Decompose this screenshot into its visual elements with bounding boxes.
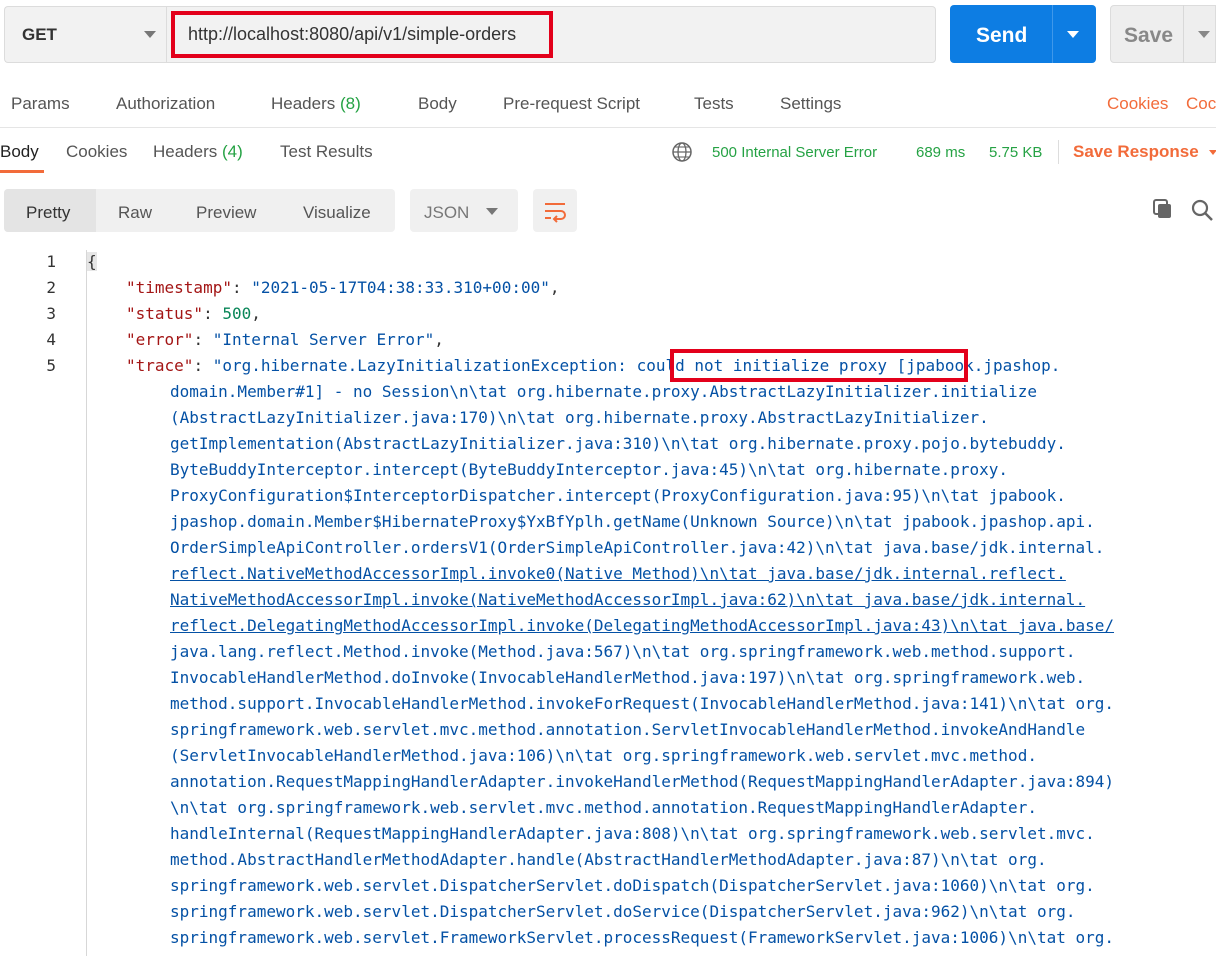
json-key: "trace": [126, 356, 194, 375]
view-visualize-button[interactable]: Visualize: [303, 203, 371, 223]
json-value: "2021-05-17T04:38:33.310+00:00": [251, 278, 550, 297]
save-response-button[interactable]: Save Response: [1073, 142, 1199, 162]
trace-line: annotation.RequestMappingHandlerAdapter.…: [170, 772, 1115, 791]
json-line-error: "error": "Internal Server Error",: [126, 330, 444, 349]
trace-line: \n\tat org.springframework.web.servlet.m…: [170, 798, 1037, 817]
trace-line: springframework.web.servlet.DispatcherSe…: [170, 876, 1095, 895]
trace-line: jpashop.domain.Member$HibernateProxy$YxB…: [170, 512, 1095, 531]
method-label: GET: [22, 25, 57, 44]
trace-line: springframework.web.servlet.DispatcherSe…: [170, 902, 1076, 921]
wrap-lines-icon: [545, 203, 566, 223]
save-label: Save: [1124, 24, 1174, 47]
line-number: 4: [46, 330, 56, 349]
tab-body[interactable]: Body: [418, 94, 457, 114]
tab-tests[interactable]: Tests: [694, 94, 734, 114]
search-icon[interactable]: [1190, 198, 1214, 222]
trace-line: OrderSimpleApiController.ordersV1(OrderS…: [170, 538, 1105, 557]
trace-line: handleInternal(RequestMappingHandlerAdap…: [170, 824, 1095, 843]
view-preview-button[interactable]: Preview: [196, 203, 256, 223]
json-value: "Internal Server Error": [212, 330, 435, 349]
trace-text: "org.hibernate.LazyInitializationExcepti…: [212, 356, 627, 375]
trace-line: reflect.DelegatingMethodAccessorImpl.inv…: [170, 616, 1115, 635]
format-label: JSON: [424, 203, 470, 222]
trace-line: java.lang.reflect.Method.invoke(Method.j…: [170, 642, 1076, 661]
response-tab-headers-label: Headers: [153, 142, 218, 161]
tabs-divider: [0, 127, 1216, 128]
send-divider: [1052, 5, 1053, 63]
status-code[interactable]: 500 Internal Server Error: [712, 144, 877, 161]
line-number: 5: [46, 356, 56, 375]
json-value: 500: [222, 304, 252, 323]
response-tab-test-results[interactable]: Test Results: [280, 142, 373, 162]
code-gutter-divider: [86, 250, 87, 956]
line-number: 1: [46, 252, 56, 271]
chevron-down-icon: [144, 31, 156, 38]
status-divider: [1058, 140, 1059, 164]
trace-line: ByteBuddyInterceptor.intercept(ByteBuddy…: [170, 460, 1009, 479]
view-raw-button[interactable]: Raw: [118, 203, 152, 223]
trace-line: getImplementation(AbstractLazyInitialize…: [170, 434, 1066, 453]
json-key: "timestamp": [126, 278, 232, 297]
trace-line: domain.Member#1] - no Session\n\tat org.…: [170, 382, 1037, 401]
tab-settings[interactable]: Settings: [780, 94, 841, 114]
trace-line: method.AbstractHandlerMethodAdapter.hand…: [170, 850, 1047, 869]
cookies-link[interactable]: Cookies: [1107, 94, 1168, 114]
trace-line: NativeMethodAccessorImpl.invoke(NativeMe…: [170, 590, 1086, 609]
line-number: 3: [46, 304, 56, 323]
tab-prerequest-script[interactable]: Pre-request Script: [503, 94, 640, 114]
response-tab-headers-count: (4): [222, 142, 243, 161]
trace-line: (ServletInvocableHandlerMethod.java:106)…: [170, 746, 1037, 765]
save-response-chevron-icon[interactable]: [1209, 150, 1216, 155]
json-key: "error": [126, 330, 194, 349]
tab-headers-count: (8): [340, 94, 361, 113]
format-chevron-icon: [486, 208, 498, 215]
json-key: "status": [126, 304, 204, 323]
trace-line: (AbstractLazyInitializer.java:170)\n\tat…: [170, 408, 989, 427]
save-options-chevron-icon[interactable]: [1198, 31, 1210, 38]
send-options-chevron-icon[interactable]: [1067, 31, 1079, 38]
json-line-timestamp: "timestamp": "2021-05-17T04:38:33.310+00…: [126, 278, 560, 297]
response-tab-headers[interactable]: Headers (4): [153, 142, 243, 162]
tab-headers-label: Headers: [271, 94, 336, 113]
tab-authorization[interactable]: Authorization: [116, 94, 215, 114]
url-highlight-box: [171, 11, 553, 58]
line-number: 2: [46, 278, 56, 297]
response-tab-body[interactable]: Body: [0, 142, 39, 162]
trace-line: InvocableHandlerMethod.doInvoke(Invocabl…: [170, 668, 1086, 687]
active-tab-indicator: [0, 170, 44, 173]
response-size[interactable]: 5.75 KB: [989, 144, 1042, 161]
trace-line: reflect.NativeMethodAccessorImpl.invoke0…: [170, 564, 1066, 583]
copy-icon[interactable]: [1152, 198, 1174, 220]
view-pretty-button[interactable]: Pretty: [26, 203, 70, 223]
save-divider: [1183, 5, 1184, 63]
trace-line: ProxyConfiguration$InterceptorDispatcher…: [170, 486, 1066, 505]
error-highlight-box: [670, 349, 968, 382]
response-tab-cookies[interactable]: Cookies: [66, 142, 127, 162]
trace-line: springframework.web.servlet.mvc.method.a…: [170, 720, 1086, 739]
send-label: Send: [976, 24, 1028, 47]
globe-icon[interactable]: [671, 141, 693, 163]
tab-params[interactable]: Params: [11, 94, 70, 114]
json-open-brace: {: [87, 252, 97, 271]
tab-headers[interactable]: Headers (8): [271, 94, 361, 114]
trace-line: method.support.InvocableHandlerMethod.in…: [170, 694, 1115, 713]
trace-line: springframework.web.servlet.FrameworkSer…: [170, 928, 1115, 947]
code-link[interactable]: Coc: [1186, 94, 1216, 114]
json-line-status: "status": 500,: [126, 304, 261, 323]
response-time[interactable]: 689 ms: [916, 144, 965, 161]
